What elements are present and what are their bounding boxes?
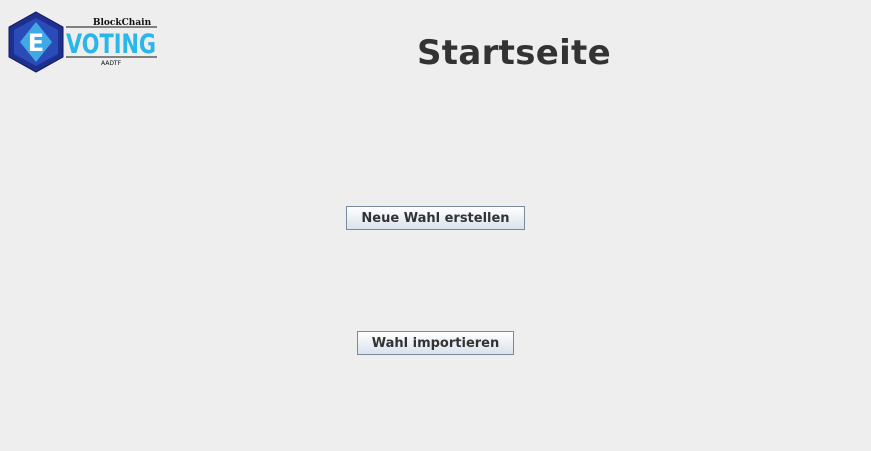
app-logo: E BlockChain VOTING AADTF [8, 10, 160, 74]
import-election-button[interactable]: Wahl importieren [357, 331, 514, 355]
logo-word: VOTING [66, 29, 156, 60]
logo-bottom-text: AADTF [101, 60, 122, 67]
page-title: Startseite [417, 33, 611, 73]
logo-letter: E [28, 29, 44, 57]
new-election-button[interactable]: Neue Wahl erstellen [346, 206, 525, 230]
